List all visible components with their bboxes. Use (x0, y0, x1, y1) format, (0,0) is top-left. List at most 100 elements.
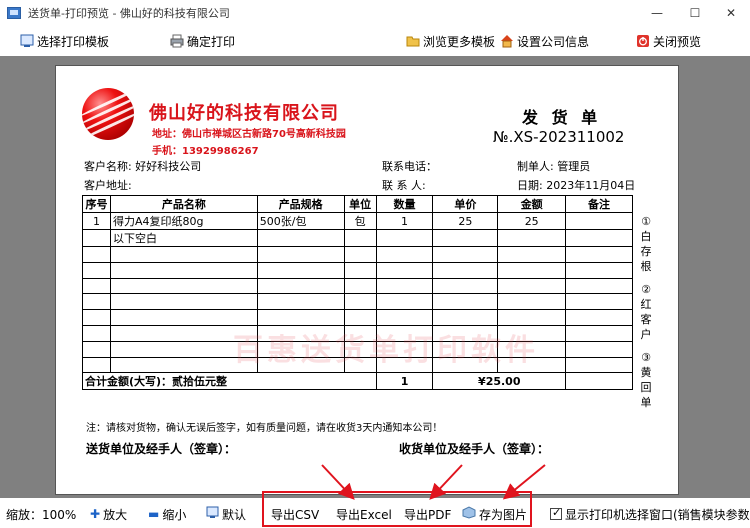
document-date: 日期: 2023年11月04日 (517, 177, 635, 193)
select-template-button[interactable]: 选择打印模板 (20, 32, 109, 50)
empty-cell (432, 277, 499, 295)
close-window-button[interactable]: ✕ (712, 0, 750, 26)
company-phone: 手机：13929986267 (152, 146, 259, 157)
copy-char: ① (641, 215, 651, 228)
minimize-button[interactable]: — (638, 0, 676, 26)
document-page: 佛山好的科技有限公司 地址：佛山市禅城区古新路70号高新科技园 手机：13929… (55, 65, 679, 495)
empty-cell (565, 261, 633, 279)
copy-char: 根 (640, 260, 652, 273)
copy-char: 客 (640, 313, 652, 326)
window-title: 送货单-打印预览 - 佛山好的科技有限公司 (28, 7, 230, 20)
empty-cell (375, 246, 434, 263)
customer-name-label: 客户名称: (84, 160, 132, 173)
empty-cell (109, 277, 258, 295)
empty-cell (82, 340, 111, 358)
empty-cell (565, 277, 633, 295)
confirm-print-button[interactable]: 确定打印 (170, 32, 235, 50)
cell-product-name: 以下空白 (109, 229, 258, 247)
close-preview-button[interactable]: 关闭预览 (636, 32, 701, 50)
watermark: 百惠送货单打印软件 (233, 333, 539, 368)
maker-label: 制单人: (517, 160, 554, 173)
customer-name-value: 好好科技公司 (135, 160, 202, 173)
empty-cell (82, 356, 111, 374)
cell-price: 25 (432, 212, 499, 230)
cell-qty (375, 229, 434, 247)
default-zoom-label: 默认 (222, 507, 247, 522)
browse-templates-button[interactable]: 浏览更多模板 (406, 32, 495, 50)
empty-cell (432, 309, 499, 326)
empty-cell (343, 261, 377, 279)
column-header: 产品规格 (256, 195, 345, 213)
app-icon (7, 7, 21, 19)
copy-char: ② (641, 283, 651, 296)
company-settings-button[interactable]: 设置公司信息 (500, 32, 589, 50)
empty-cell (565, 246, 633, 263)
empty-cell (109, 261, 258, 279)
power-icon (636, 34, 650, 48)
empty-cell (82, 293, 111, 311)
cell-remark (565, 229, 633, 247)
cell-spec: 500张/包 (256, 212, 345, 230)
column-header: 产品名称 (109, 195, 258, 213)
zoom-in-button[interactable]: ✚ 放大 (90, 506, 127, 522)
empty-cell (109, 293, 258, 311)
total-label: 合计金额(大写)：贰拾伍元整 (82, 372, 377, 391)
copy-char: 回 (640, 381, 652, 394)
empty-cell (565, 324, 633, 342)
zoom-out-button[interactable]: ▬ 缩小 (148, 506, 186, 522)
empty-cell (375, 309, 434, 326)
company-logo (82, 88, 134, 140)
table-row (82, 277, 633, 295)
empty-cell (256, 293, 345, 311)
maker-value: 管理员 (557, 160, 591, 173)
copy-char: 红 (640, 298, 652, 311)
copy-char: 户 (640, 328, 652, 341)
copy-char: 单 (640, 396, 652, 409)
column-header: 金额 (497, 195, 567, 213)
empty-cell (256, 277, 345, 295)
maker: 制单人: 管理员 (517, 158, 590, 174)
table-row (82, 293, 633, 311)
company-address: 地址：佛山市禅城区古新路70号高新科技园 (152, 129, 346, 140)
cell-index: 1 (82, 212, 111, 230)
column-header: 序号 (82, 195, 111, 213)
company-settings-label: 设置公司信息 (517, 34, 590, 49)
empty-cell (497, 277, 567, 295)
zoom-in-label: 放大 (103, 507, 128, 522)
column-header: 数量 (375, 195, 434, 213)
zoom-in-icon: ✚ (90, 507, 101, 521)
cell-qty: 1 (375, 212, 434, 230)
column-header: 单价 (432, 195, 499, 213)
zoom-out-icon: ▬ (148, 507, 160, 521)
browse-templates-label: 浏览更多模板 (423, 34, 496, 49)
sender-signature: 送货单位及经手人（签章）： (86, 442, 237, 456)
copy-char: 白 (640, 230, 652, 243)
cell-unit: 包 (343, 212, 377, 230)
default-size-icon (206, 506, 219, 522)
empty-cell (343, 246, 377, 263)
document-note: 注：请核对货物，确认无误后签字，如有质量问题，请在收货3天内通知本公司！ (86, 423, 443, 434)
copy-indicator: ① 白 存 根 ② 红 客 户 ③ 黄 回 单 (639, 214, 653, 410)
total-qty: 1 (375, 372, 434, 391)
confirm-print-label: 确定打印 (187, 34, 236, 49)
empty-cell (109, 309, 258, 326)
default-zoom-button[interactable]: 默认 (206, 506, 246, 522)
show-printer-dialog-label: 显示打印机选择窗口(销售模块参数) (565, 507, 750, 522)
preview-workspace[interactable]: 佛山好的科技有限公司 地址：佛山市禅城区古新路70号高新科技园 手机：13929… (0, 56, 750, 498)
empty-cell (497, 261, 567, 279)
receiver-signature: 收货单位及经手人（签章）： (399, 442, 550, 456)
cell-unit (343, 229, 377, 247)
checkbox-checked-icon (550, 506, 562, 520)
show-printer-dialog-checkbox[interactable]: 显示打印机选择窗口(销售模块参数) (550, 506, 750, 522)
column-header: 备注 (565, 195, 633, 213)
zoom-out-label: 缩小 (162, 507, 187, 522)
empty-cell (256, 261, 345, 279)
maximize-button[interactable]: ☐ (676, 0, 714, 26)
table-row (82, 309, 633, 326)
empty-cell (256, 246, 345, 263)
company-name: 佛山好的科技有限公司 (149, 103, 339, 124)
printer-icon (170, 34, 184, 48)
cell-index (82, 229, 111, 247)
empty-cell (497, 246, 567, 263)
empty-cell (565, 356, 633, 374)
